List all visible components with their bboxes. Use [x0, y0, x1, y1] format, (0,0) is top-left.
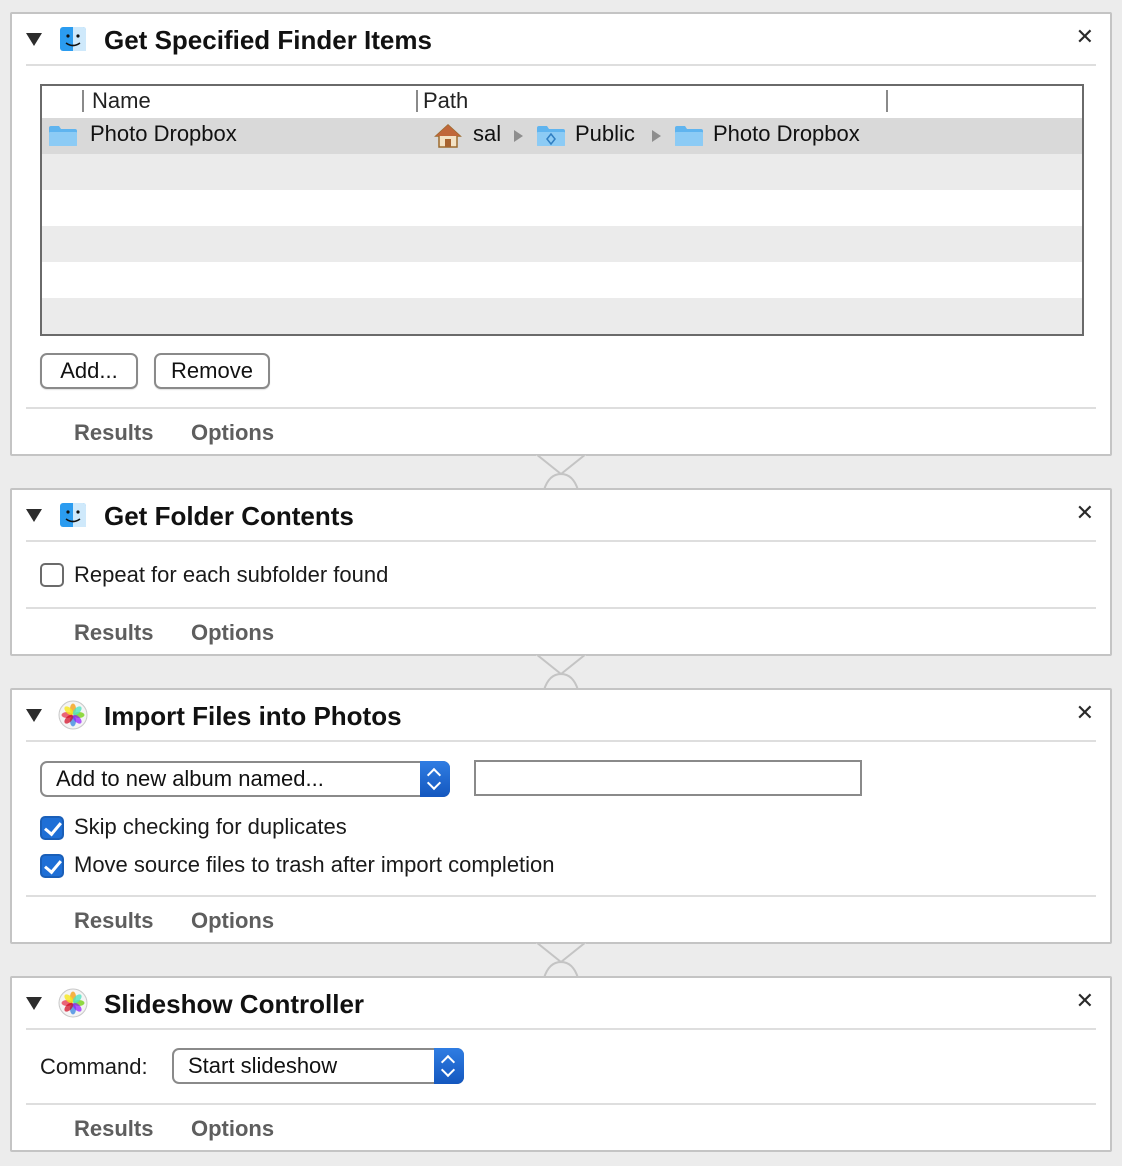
results-tab[interactable]: Results	[74, 1116, 153, 1142]
action-title: Get Folder Contents	[104, 501, 354, 531]
repeat-subfolder-label[interactable]: Repeat for each subfolder found	[74, 562, 388, 588]
finder-icon	[60, 27, 86, 51]
results-tab[interactable]: Results	[74, 420, 153, 446]
table-row[interactable]: Photo Dropbox sal Public Photo Dropbox	[42, 118, 1082, 154]
remove-button[interactable]: Remove	[154, 353, 270, 389]
action-title: Slideshow Controller	[104, 989, 365, 1019]
photos-icon	[58, 988, 88, 1018]
table-row-empty[interactable]	[42, 298, 1082, 334]
action-get-specified-finder-items: Get Specified Finder Items ✕ Name Path P…	[10, 12, 1112, 456]
action-title: Import Files into Photos	[104, 701, 402, 731]
column-header-name[interactable]: Name	[92, 88, 151, 114]
path-separator-icon	[652, 130, 661, 142]
action-header: Slideshow Controller ✕	[12, 978, 1110, 1030]
path-segment-home: sal	[473, 121, 502, 146]
close-icon[interactable]: ✕	[1076, 500, 1094, 526]
photos-icon	[58, 700, 88, 730]
disclosure-triangle-icon[interactable]	[26, 997, 42, 1010]
close-icon[interactable]: ✕	[1076, 988, 1094, 1014]
column-header-path[interactable]: Path	[423, 88, 468, 114]
divider	[26, 407, 1096, 409]
action-import-files-into-photos: Import Files into Photos ✕ Add to new al…	[10, 688, 1112, 944]
divider	[26, 895, 1096, 897]
column-separator[interactable]	[82, 90, 84, 112]
options-tab[interactable]: Options	[191, 908, 274, 934]
folder-icon	[49, 126, 77, 146]
options-tab[interactable]: Options	[191, 1116, 274, 1142]
divider	[26, 64, 1096, 66]
row-name: Photo Dropbox	[90, 121, 237, 146]
command-popup[interactable]: Start slideshow	[172, 1048, 464, 1084]
popup-arrows-icon	[420, 761, 450, 797]
divider	[26, 540, 1096, 542]
disclosure-triangle-icon[interactable]	[26, 709, 42, 722]
divider	[26, 1103, 1096, 1105]
close-icon[interactable]: ✕	[1076, 700, 1094, 726]
action-get-folder-contents: Get Folder Contents ✕ Repeat for each su…	[10, 488, 1112, 656]
home-icon	[434, 123, 462, 148]
popup-arrows-icon	[434, 1048, 464, 1084]
skip-duplicates-label[interactable]: Skip checking for duplicates	[74, 814, 347, 840]
disclosure-triangle-icon[interactable]	[26, 33, 42, 46]
table-row-empty[interactable]	[42, 190, 1082, 226]
divider	[26, 1028, 1096, 1030]
album-popup[interactable]: Add to new album named...	[40, 761, 450, 797]
path-separator-icon	[514, 130, 523, 142]
action-title: Get Specified Finder Items	[104, 25, 432, 55]
table-row-empty[interactable]	[42, 262, 1082, 298]
disclosure-triangle-icon[interactable]	[26, 509, 42, 522]
action-header: Import Files into Photos ✕	[12, 690, 1110, 742]
repeat-subfolder-checkbox[interactable]	[40, 563, 64, 587]
add-button[interactable]: Add...	[40, 353, 138, 389]
command-label: Command:	[40, 1054, 148, 1079]
table-header: Name Path	[42, 86, 1082, 118]
action-connector	[535, 654, 587, 690]
move-to-trash-label[interactable]: Move source files to trash after import …	[74, 852, 555, 878]
divider	[26, 607, 1096, 609]
close-icon[interactable]: ✕	[1076, 24, 1094, 50]
move-to-trash-checkbox[interactable]	[40, 854, 64, 878]
album-popup-value: Add to new album named...	[56, 766, 324, 791]
results-tab[interactable]: Results	[74, 908, 153, 934]
table-row-empty[interactable]	[42, 226, 1082, 262]
public-folder-icon	[537, 126, 565, 146]
column-separator[interactable]	[416, 90, 418, 112]
path-segment-photo-dropbox: Photo Dropbox	[713, 121, 860, 146]
column-separator[interactable]	[886, 90, 888, 112]
action-header: Get Folder Contents ✕	[12, 490, 1110, 542]
divider	[26, 740, 1096, 742]
finder-icon	[60, 503, 86, 527]
skip-duplicates-checkbox[interactable]	[40, 816, 64, 840]
options-tab[interactable]: Options	[191, 620, 274, 646]
finder-items-table[interactable]: Name Path Photo Dropbox sal Public Photo…	[40, 84, 1084, 336]
action-header: Get Specified Finder Items ✕	[12, 14, 1110, 66]
path-segment-public: Public	[575, 121, 635, 146]
command-popup-value: Start slideshow	[188, 1053, 338, 1078]
action-connector	[535, 942, 587, 978]
options-tab[interactable]: Options	[191, 420, 274, 446]
table-row-empty[interactable]	[42, 154, 1082, 190]
action-slideshow-controller: Slideshow Controller ✕ Command: Start sl…	[10, 976, 1112, 1152]
album-name-field[interactable]	[474, 760, 862, 796]
action-connector	[535, 454, 587, 490]
folder-icon	[675, 126, 703, 146]
results-tab[interactable]: Results	[74, 620, 153, 646]
